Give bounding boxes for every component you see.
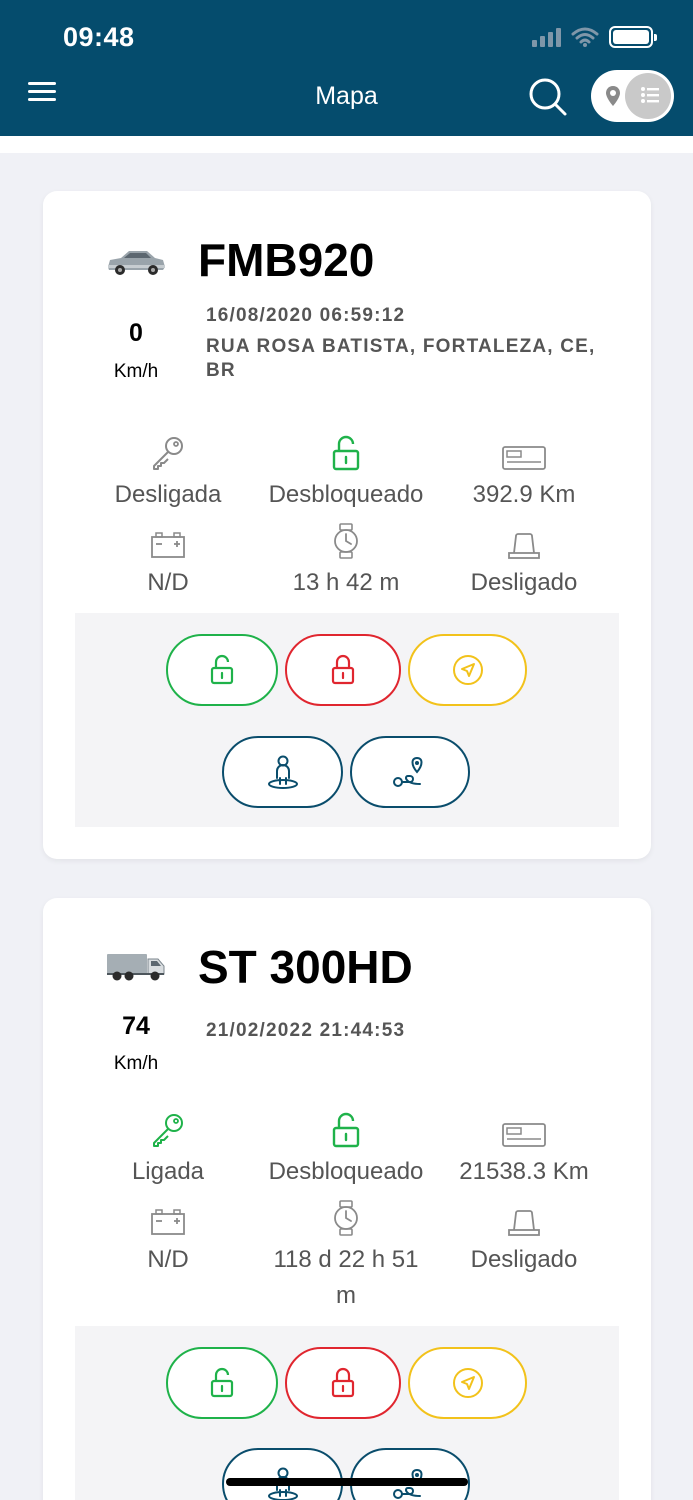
wifi-icon (571, 27, 599, 47)
odometer-status: 21538.3 Km (429, 1110, 619, 1190)
watch-icon (334, 1200, 358, 1236)
navigation-icon (452, 655, 483, 685)
lock-status: Desbloqueado (251, 1110, 441, 1190)
lock-button[interactable] (285, 634, 401, 706)
odometer-label: 21538.3 Km (459, 1158, 589, 1185)
duration-label: 13 h 42 m (292, 569, 400, 596)
battery-label: N/D (147, 569, 189, 596)
lock-icon (331, 1367, 355, 1398)
battery-icon (609, 26, 657, 48)
app-header: 09:48 Mapa (0, 0, 693, 136)
route-icon (393, 756, 423, 787)
ignition-status: Desligada (73, 433, 263, 513)
vehicle-card[interactable]: FMB920 0 Km/h 16/08/2020 06:59:12 RUA RO… (43, 191, 651, 859)
page-title: Mapa (315, 82, 378, 110)
unlock-button[interactable] (166, 1347, 278, 1419)
key-icon (153, 1114, 183, 1147)
last-update-datetime: 16/08/2020 06:59:12 (206, 305, 406, 326)
vehicle-plate: ST 300HD (198, 941, 413, 993)
odometer-label: 392.9 Km (472, 481, 576, 508)
siren-status: Desligado (429, 1198, 619, 1278)
map-pin-icon (606, 86, 620, 106)
unlock-icon (210, 654, 234, 685)
vehicle-plate: FMB920 (198, 234, 375, 286)
lock-status: Desbloqueado (251, 433, 441, 513)
unlocked-padlock-icon (332, 435, 360, 471)
header-divider (0, 136, 693, 153)
siren-label: Desligado (470, 569, 578, 596)
vehicle-address: RUA ROSA BATISTA, FORTALEZA, CE, BR (206, 336, 596, 381)
home-indicator[interactable] (226, 1478, 468, 1486)
vehicle-card[interactable]: ST 300HD 74 Km/h 21/02/2022 21:44:53 Lig… (43, 898, 651, 1500)
siren-status: Desligado (429, 521, 619, 601)
action-panel (75, 613, 619, 827)
search-button[interactable] (528, 77, 568, 117)
duration-status: 118 d 22 h 51 m (266, 1198, 426, 1314)
navigate-button[interactable] (408, 1347, 527, 1419)
navigate-button[interactable] (408, 634, 527, 706)
duration-status: 13 h 42 m (251, 521, 441, 601)
status-icons (532, 26, 657, 48)
status-time: 09:48 (63, 22, 135, 52)
truck-icon (107, 954, 165, 981)
person-location-icon (267, 755, 298, 789)
odometer-icon (502, 446, 546, 470)
cellular-signal-icon (532, 27, 561, 47)
map-list-view-toggle[interactable] (591, 70, 674, 122)
speed-unit: Km/h (113, 361, 159, 382)
duration-label: 118 d 22 h 51 m (273, 1246, 419, 1309)
siren-label: Desligado (470, 1246, 578, 1273)
action-panel (75, 1326, 619, 1500)
car-battery-icon (151, 1209, 185, 1235)
lock-label: Desbloqueado (268, 481, 424, 508)
battery-label: N/D (147, 1246, 189, 1273)
key-icon (153, 437, 183, 470)
unlock-button[interactable] (166, 634, 278, 706)
odometer-icon (502, 1123, 546, 1147)
siren-icon (508, 533, 540, 559)
last-update-datetime: 21/02/2022 21:44:53 (206, 1020, 406, 1041)
search-icon (529, 78, 567, 116)
car-battery-icon (151, 532, 185, 558)
vehicle-speed: 0 (129, 319, 143, 347)
ignition-label: Ligada (131, 1158, 205, 1185)
street-view-button[interactable] (222, 1448, 343, 1500)
street-view-button[interactable] (222, 736, 343, 808)
unlocked-padlock-icon (332, 1112, 360, 1148)
car-icon (108, 251, 165, 275)
lock-button[interactable] (285, 1347, 401, 1419)
battery-status: N/D (73, 1198, 263, 1278)
list-icon (641, 87, 659, 103)
route-history-button[interactable] (350, 1448, 470, 1500)
lock-icon (331, 654, 355, 685)
ignition-status: Ligada (73, 1110, 263, 1190)
route-history-button[interactable] (350, 736, 470, 808)
lock-label: Desbloqueado (268, 1158, 424, 1185)
speed-unit: Km/h (113, 1053, 159, 1074)
ignition-label: Desligada (114, 481, 222, 508)
siren-icon (508, 1210, 540, 1236)
vehicle-speed: 74 (122, 1012, 150, 1040)
navigation-icon (452, 1368, 483, 1398)
watch-icon (334, 523, 358, 559)
unlock-icon (210, 1367, 234, 1398)
battery-status: N/D (73, 521, 263, 601)
odometer-status: 392.9 Km (429, 433, 619, 513)
